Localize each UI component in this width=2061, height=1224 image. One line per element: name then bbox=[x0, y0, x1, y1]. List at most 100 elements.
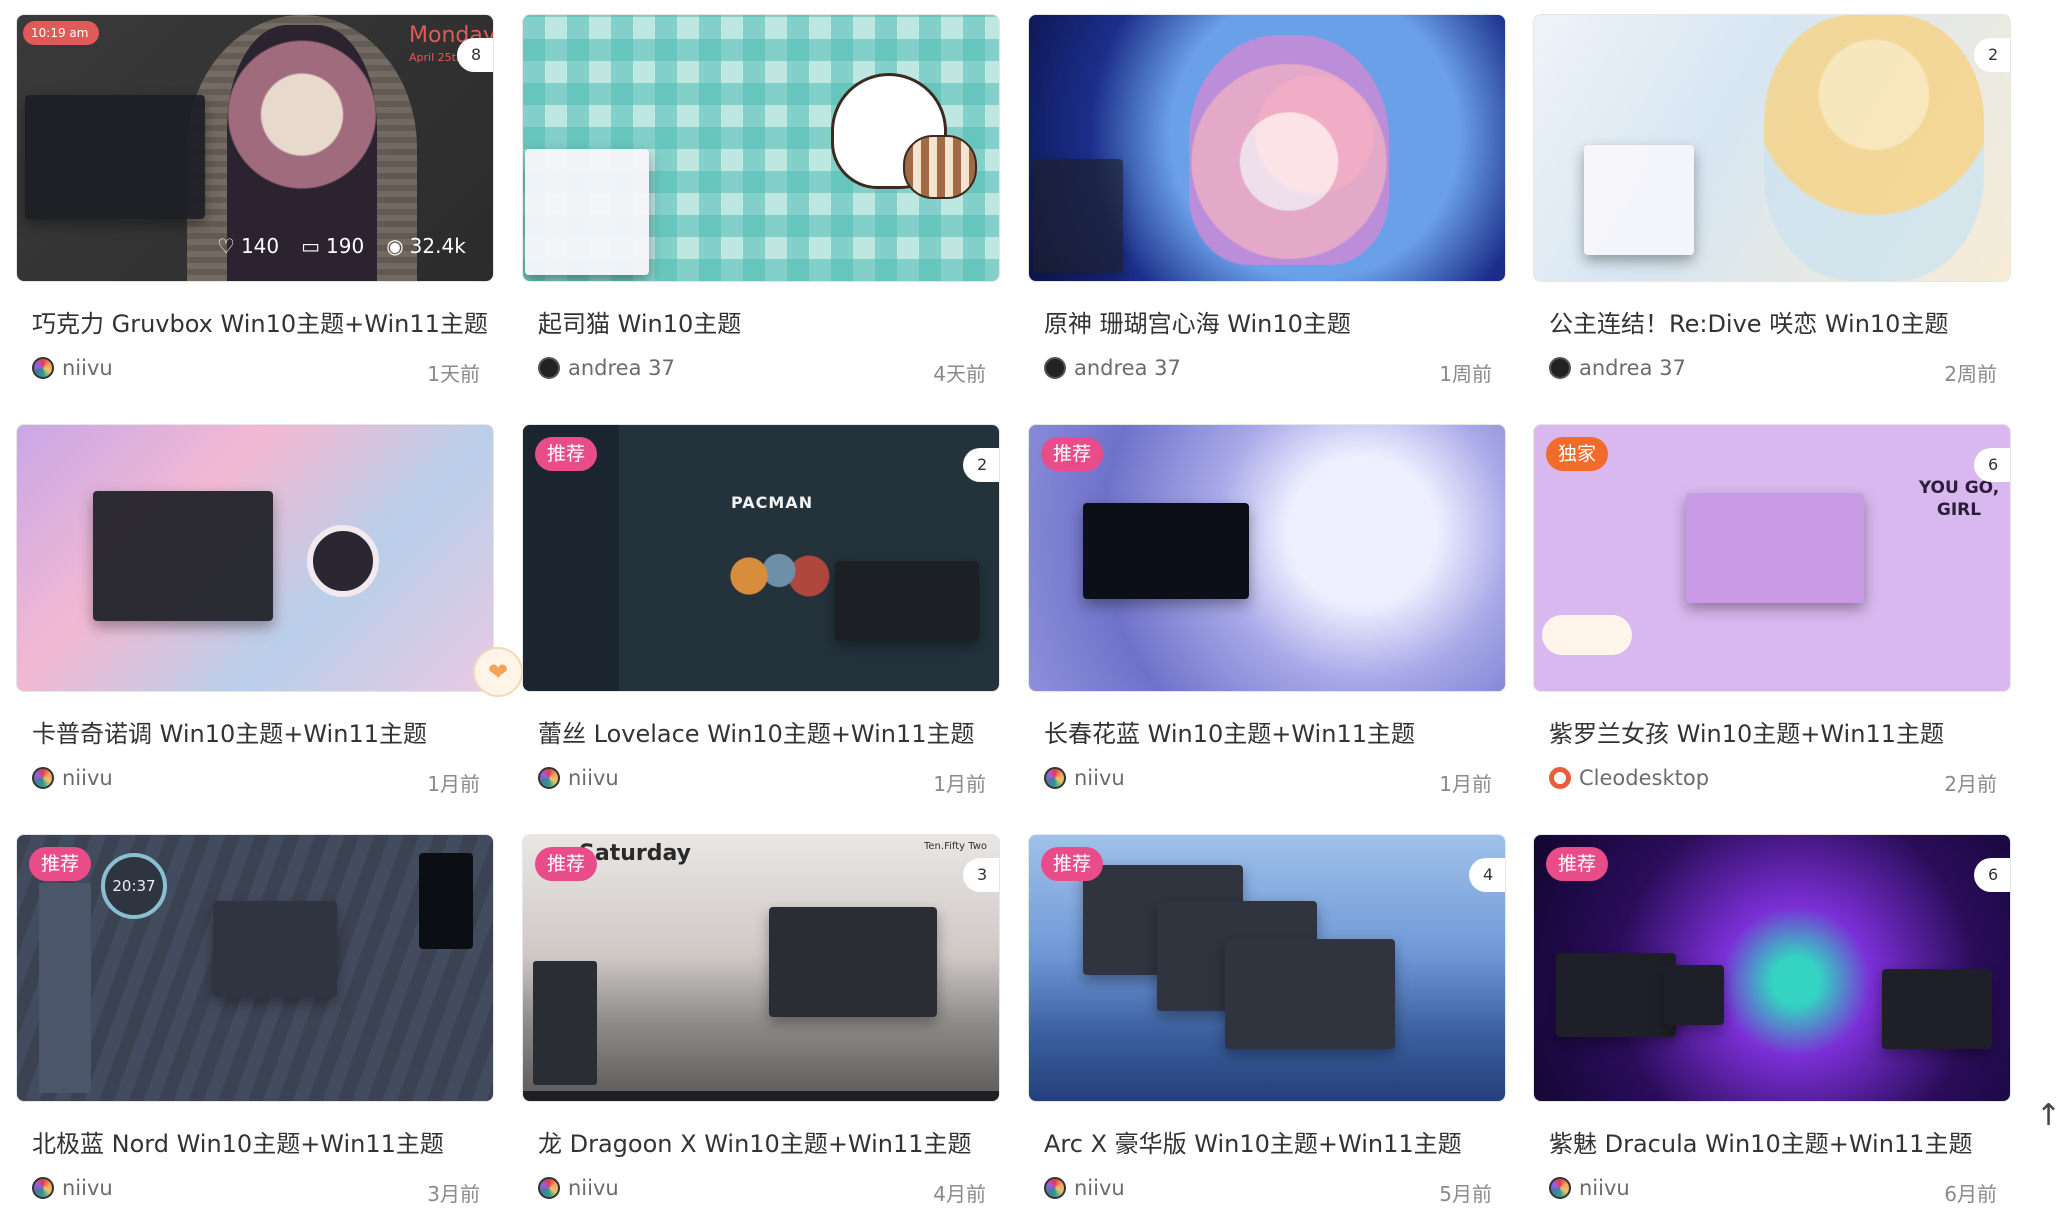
theme-date: 1天前 bbox=[427, 362, 480, 386]
favorites-stat: ▭ 190 bbox=[301, 234, 365, 258]
avatar bbox=[1044, 767, 1066, 789]
theme-card[interactable]: 原神 珊瑚宫心海 Win10主题 andrea 37 1周前 bbox=[1028, 14, 1506, 404]
theme-thumbnail[interactable] bbox=[1028, 14, 1506, 282]
theme-card[interactable]: YOU GO, GIRL 独家 6 紫罗兰女孩 Win10主题+Win11主题 … bbox=[1533, 424, 2011, 814]
cat-avatar-icon bbox=[307, 525, 379, 597]
theme-title[interactable]: 起司猫 Win10主题 bbox=[538, 304, 998, 339]
image-count-badge: 6 bbox=[1974, 858, 2010, 892]
theme-thumbnail[interactable]: PACMAN 推荐 2 bbox=[522, 424, 1000, 692]
avatar bbox=[1549, 357, 1571, 379]
theme-title[interactable]: 蕾丝 Lovelace Win10主题+Win11主题 bbox=[538, 714, 998, 749]
scroll-to-top-icon[interactable]: ↑ bbox=[2036, 1098, 2061, 1133]
theme-author[interactable]: niivu bbox=[538, 766, 619, 790]
desktop-window bbox=[213, 901, 337, 997]
theme-date: 4天前 bbox=[933, 362, 986, 386]
theme-card[interactable]: 推荐 4 Arc X 豪华版 Win10主题+Win11主题 niivu 5月前 bbox=[1028, 834, 1506, 1224]
heart-icon: ♡ bbox=[217, 234, 235, 258]
theme-card[interactable]: Saturday Ten.Fifty Two 推荐 3 龙 Dragoon X … bbox=[522, 834, 1000, 1224]
recommend-badge: 推荐 bbox=[535, 847, 598, 881]
avatar bbox=[32, 767, 54, 789]
image-count-badge: 4 bbox=[1469, 858, 1505, 892]
recommend-badge: 推荐 bbox=[1546, 847, 1609, 881]
theme-thumbnail[interactable]: 推荐 4 bbox=[1028, 834, 1506, 1102]
theme-date: 1周前 bbox=[1439, 362, 1492, 386]
desktop-window bbox=[1225, 939, 1395, 1049]
desktop-window bbox=[25, 95, 205, 219]
theme-date: 3月前 bbox=[427, 1182, 480, 1206]
avatar bbox=[32, 357, 54, 379]
theme-title[interactable]: 长春花蓝 Win10主题+Win11主题 bbox=[1044, 714, 1504, 749]
theme-title[interactable]: 龙 Dragoon X Win10主题+Win11主题 bbox=[538, 1124, 998, 1159]
theme-author[interactable]: niivu bbox=[32, 356, 113, 380]
theme-author[interactable]: niivu bbox=[32, 766, 113, 790]
desktop-window bbox=[1556, 953, 1676, 1037]
theme-author[interactable]: niivu bbox=[1044, 1176, 1125, 1200]
theme-author[interactable]: niivu bbox=[32, 1176, 113, 1200]
recommend-badge: 推荐 bbox=[535, 437, 598, 471]
theme-thumbnail[interactable]: 2 bbox=[1533, 14, 2011, 282]
theme-title[interactable]: 原神 珊瑚宫心海 Win10主题 bbox=[1044, 304, 1504, 339]
theme-card[interactable]: 推荐 6 紫魅 Dracula Win10主题+Win11主题 niivu 6月… bbox=[1533, 834, 2011, 1224]
theme-card[interactable]: 20:37 推荐 北极蓝 Nord Win10主题+Win11主题 niivu … bbox=[16, 834, 494, 1224]
theme-thumbnail[interactable]: 10:19 am Monday April 25th ♡ 140 ▭ 190 ◉ 32… bbox=[16, 14, 494, 282]
theme-thumbnail[interactable]: 20:37 推荐 bbox=[16, 834, 494, 1102]
image-count-badge: 6 bbox=[1974, 448, 2010, 482]
date-text: April 25th bbox=[409, 51, 463, 64]
theme-card[interactable]: 10:19 am Monday April 25th ♡ 140 ▭ 190 ◉ 32… bbox=[16, 14, 494, 404]
theme-card[interactable]: PACMAN 推荐 2 蕾丝 Lovelace Win10主题+Win11主题 … bbox=[522, 424, 1000, 814]
slogan-text: YOU GO, GIRL bbox=[1918, 478, 2000, 520]
theme-title[interactable]: 北极蓝 Nord Win10主题+Win11主题 bbox=[32, 1124, 492, 1159]
folder-icon: ▭ bbox=[301, 234, 321, 258]
desktop-window bbox=[93, 491, 273, 621]
avatar bbox=[1044, 1177, 1066, 1199]
floating-like-button[interactable]: ❤ bbox=[473, 647, 523, 697]
theme-card[interactable]: 起司猫 Win10主题 andrea 37 4天前 bbox=[522, 14, 1000, 404]
theme-author[interactable]: Cleodesktop bbox=[1549, 766, 1709, 790]
theme-author[interactable]: niivu bbox=[1549, 1176, 1630, 1200]
views-stat: ◉ 32.4k bbox=[386, 234, 466, 258]
desktop-window bbox=[1033, 159, 1123, 273]
theme-card[interactable]: 卡普奇诺调 Win10主题+Win11主题 niivu 1月前 bbox=[16, 424, 494, 814]
theme-title[interactable]: 公主连结！Re:Dive 咲恋 Win10主题 bbox=[1549, 304, 2009, 339]
theme-thumbnail[interactable]: Saturday Ten.Fifty Two 推荐 3 bbox=[522, 834, 1000, 1102]
theme-author[interactable]: andrea 37 bbox=[538, 356, 675, 380]
theme-title[interactable]: 卡普奇诺调 Win10主题+Win11主题 bbox=[32, 714, 492, 749]
theme-title[interactable]: Arc X 豪华版 Win10主题+Win11主题 bbox=[1044, 1124, 1504, 1159]
theme-thumbnail[interactable] bbox=[522, 14, 1000, 282]
theme-date: 1月前 bbox=[427, 772, 480, 796]
image-count-badge: 2 bbox=[963, 448, 999, 482]
eye-icon: ◉ bbox=[386, 234, 404, 258]
desktop-window bbox=[1584, 145, 1694, 255]
image-count-badge: 3 bbox=[963, 858, 999, 892]
likes-stat: ♡ 140 bbox=[217, 234, 280, 258]
theme-title[interactable]: 巧克力 Gruvbox Win10主题+Win11主题 bbox=[32, 304, 492, 339]
time-text: Ten.Fifty Two bbox=[924, 841, 987, 852]
theme-thumbnail[interactable]: YOU GO, GIRL 独家 6 bbox=[1533, 424, 2011, 692]
theme-card[interactable]: 2 公主连结！Re:Dive 咲恋 Win10主题 andrea 37 2周前 bbox=[1533, 14, 2011, 404]
theme-title[interactable]: 紫魅 Dracula Win10主题+Win11主题 bbox=[1549, 1124, 2009, 1159]
side-panel bbox=[39, 883, 91, 1093]
desktop-window bbox=[525, 149, 649, 275]
theme-thumbnail[interactable]: 推荐 bbox=[1028, 424, 1506, 692]
card-stats: ♡ 140 ▭ 190 ◉ 32.4k bbox=[217, 234, 466, 258]
recommend-badge: 推荐 bbox=[1041, 847, 1104, 881]
clock-widget: 20:37 bbox=[101, 853, 167, 919]
avatar bbox=[538, 767, 560, 789]
recommend-badge: 推荐 bbox=[29, 847, 92, 881]
desktop-window bbox=[1882, 969, 1992, 1049]
avatar bbox=[1549, 1177, 1571, 1199]
theme-thumbnail[interactable] bbox=[16, 424, 494, 692]
desktop-window bbox=[1083, 503, 1249, 599]
theme-date: 2周前 bbox=[1944, 362, 1997, 386]
exclusive-badge: 独家 bbox=[1546, 437, 1609, 471]
theme-author[interactable]: niivu bbox=[538, 1176, 619, 1200]
theme-author[interactable]: andrea 37 bbox=[1549, 356, 1686, 380]
theme-author[interactable]: niivu bbox=[1044, 766, 1125, 790]
avatar bbox=[32, 1177, 54, 1199]
theme-card[interactable]: 推荐 长春花蓝 Win10主题+Win11主题 niivu 1月前 bbox=[1028, 424, 1506, 814]
theme-author[interactable]: andrea 37 bbox=[1044, 356, 1181, 380]
clock-widget: 10:19 am bbox=[23, 21, 99, 45]
theme-thumbnail[interactable]: 推荐 6 bbox=[1533, 834, 2011, 1102]
desktop-window bbox=[1664, 965, 1724, 1025]
theme-title[interactable]: 紫罗兰女孩 Win10主题+Win11主题 bbox=[1549, 714, 2009, 749]
